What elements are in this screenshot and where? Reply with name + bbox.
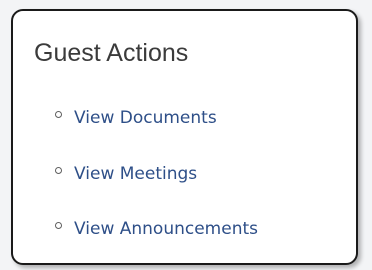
bullet-circle-icon xyxy=(55,221,62,229)
guest-actions-panel: Guest Actions View Documents View Meetin… xyxy=(11,9,358,265)
list-item-view-documents: View Documents xyxy=(55,107,217,129)
view-meetings-link[interactable]: View Meetings xyxy=(74,163,197,185)
panel-title: Guest Actions xyxy=(34,39,189,67)
view-documents-link[interactable]: View Documents xyxy=(74,107,217,129)
bullet-circle-icon xyxy=(55,110,62,118)
view-announcements-link[interactable]: View Announcements xyxy=(74,218,258,240)
list-item-view-meetings: View Meetings xyxy=(55,163,197,185)
screenshot-frame: Guest Actions View Documents View Meetin… xyxy=(0,0,372,270)
list-item-view-announcements: View Announcements xyxy=(55,218,258,240)
bullet-circle-icon xyxy=(55,166,62,174)
